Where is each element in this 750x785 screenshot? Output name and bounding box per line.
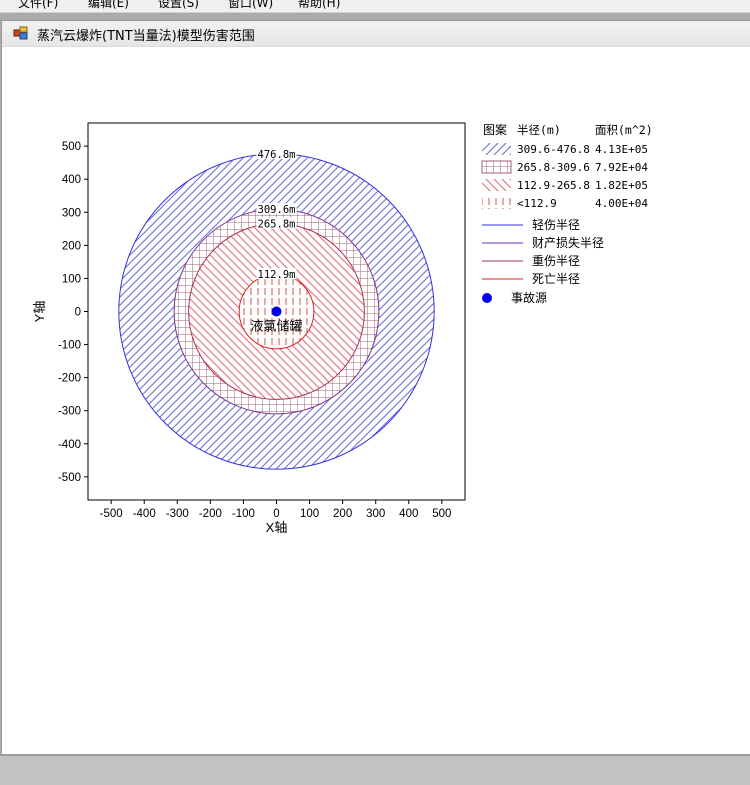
menu-edit[interactable]: 编辑(E) [88,0,129,11]
x-tick-label: 300 [366,508,385,520]
accident-source-marker [271,306,282,317]
y-tick-label: -400 [58,439,81,451]
y-tick-label: -300 [58,406,81,418]
legend-area-1: 4.13E+05 [595,143,648,156]
radius-label-2: 309.6m [258,204,296,216]
y-tick-label: 200 [62,240,81,252]
y-tick-label: -100 [58,340,81,352]
legend-label-minor-injury: 轻伤半径 [532,218,580,232]
legend-header-pattern: 图案 [483,122,507,137]
source-label: 液氯储罐 [250,319,302,334]
legend-label-source: 事故源 [511,290,547,305]
x-tick-label: -100 [232,508,255,520]
damage-range-chart: 476.8m 309.6m 265.8m 112.9m -500 -400 -300 -20… [32,122,653,535]
legend-label-death: 死亡半径 [532,272,580,286]
x-tick-label: -500 [100,508,123,520]
window-title: 蒸汽云爆炸(TNT当量法)模型伤害范围 [37,29,255,44]
x-tick-label: -200 [199,508,222,520]
x-tick-label: 0 [273,508,279,520]
y-tick-label: 0 [75,307,81,319]
legend-source-marker [482,293,492,303]
legend-area-3: 1.82E+05 [595,179,648,192]
legend-header-area: 面积(m^2) [595,123,653,137]
y-tick-label: 500 [62,141,81,153]
legend-swatch-3 [482,179,511,191]
menu-bar: 文件(F) 编辑(E) 设置(S) 窗口(W) 帮助(H) [0,0,750,13]
legend-swatch-4 [482,197,511,209]
menu-settings[interactable]: 设置(S) [158,0,199,11]
radius-label-4: 112.9m [258,269,296,281]
x-tick-label: -400 [133,508,156,520]
legend-range-4: <112.9 [517,197,557,210]
x-tick-label: -300 [166,508,189,520]
legend-range-1: 309.6-476.8 [517,143,590,156]
chart-window: 蒸汽云爆炸(TNT当量法)模型伤害范围 476.8m 309.6m 265.8m… [1,20,750,755]
y-axis-label: Y轴 [32,301,47,323]
y-tick-label: -500 [58,472,81,484]
legend-header-radius: 半径(m) [517,123,561,137]
legend-swatch-2 [481,160,512,174]
legend-area-2: 7.92E+04 [595,161,648,174]
window-titlebar[interactable]: 蒸汽云爆炸(TNT当量法)模型伤害范围 [2,21,750,47]
legend-area-4: 4.00E+04 [595,197,648,210]
legend-swatch-1 [482,143,511,155]
status-bar [0,755,750,785]
app-icon [13,26,28,40]
legend-label-serious-injury: 重伤半径 [532,254,580,268]
y-tick-label: -200 [58,373,81,385]
x-tick-label: 500 [432,508,451,520]
radius-label-1: 476.8m [258,149,296,161]
y-tick-label: 400 [62,174,81,186]
chart-area: 476.8m 309.6m 265.8m 112.9m -500 -400 -300 -20… [10,47,750,751]
legend-range-2: 265.8-309.6 [517,161,590,174]
x-tick-label: 200 [333,508,352,520]
menu-file[interactable]: 文件(F) [18,0,58,11]
x-axis-label: X轴 [266,520,288,535]
menu-help[interactable]: 帮助(H) [298,0,340,11]
y-tick-label: 300 [62,207,81,219]
legend-range-3: 112.9-265.8 [517,179,590,192]
x-tick-label: 400 [399,508,418,520]
radius-label-3: 265.8m [258,219,296,231]
legend: 图案 半径(m) 面积(m^2) 309.6-476.8 4.13E+05 26… [481,122,653,305]
menu-window[interactable]: 窗口(W) [228,0,273,11]
x-tick-label: 100 [300,508,319,520]
y-tick-label: 100 [62,273,81,285]
legend-label-property-loss: 财产损失半径 [532,235,604,250]
